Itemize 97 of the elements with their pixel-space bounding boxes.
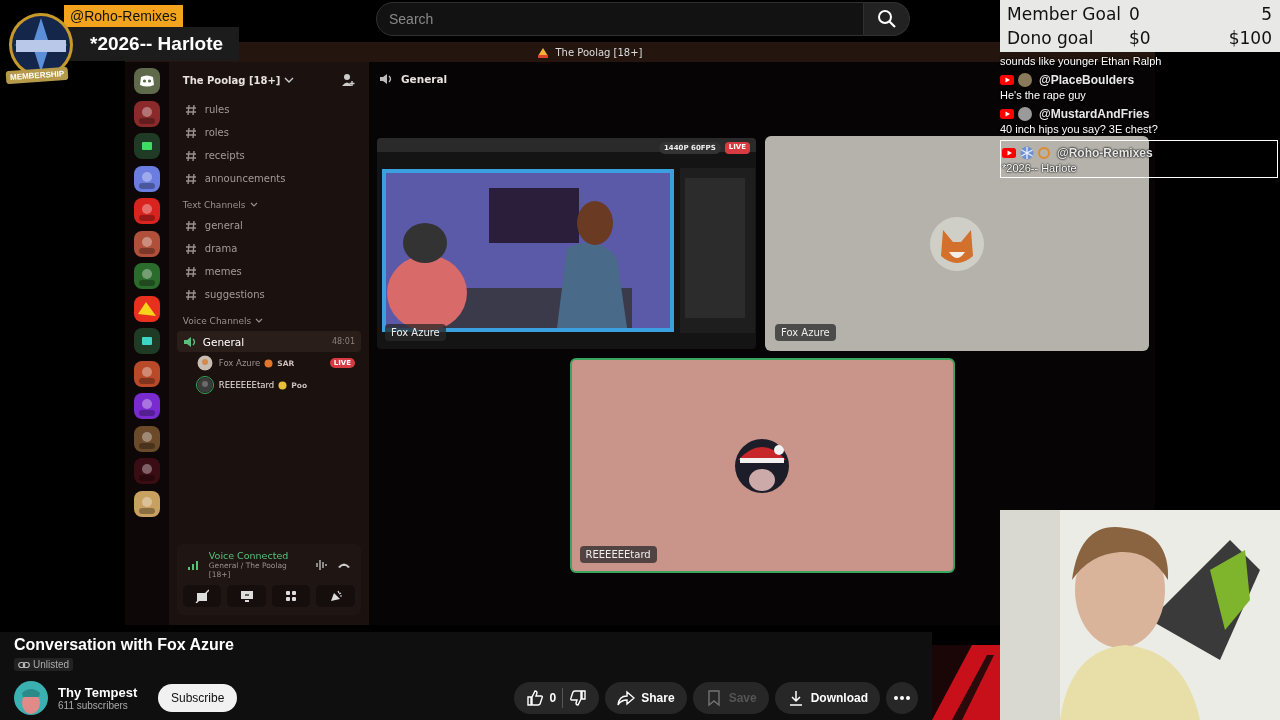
- server-icon[interactable]: [133, 360, 160, 387]
- search-icon: [876, 9, 897, 29]
- channel-item[interactable]: memes: [176, 260, 361, 283]
- voice-channel-item[interactable]: General: [182, 335, 245, 348]
- member-badge-icon: [1038, 146, 1050, 160]
- channel-item[interactable]: suggestions: [176, 283, 361, 306]
- screen-share-icon: [239, 589, 254, 603]
- goal-current: $0: [1129, 28, 1152, 48]
- chat-message: *2026-- Harlote: [1002, 162, 1078, 174]
- server-icon[interactable]: [133, 393, 160, 419]
- folder-icon[interactable]: [133, 133, 160, 159]
- connection-status: Voice Connected: [208, 550, 290, 561]
- soundboard-icon: [328, 589, 343, 603]
- link-icon: [18, 660, 30, 669]
- window-title: The Poolag [18+]: [555, 46, 643, 58]
- category-header[interactable]: Text Channels: [182, 198, 361, 212]
- goal-current: 0: [1129, 4, 1141, 24]
- camera-off-icon: [195, 589, 210, 603]
- search-button[interactable]: [864, 2, 910, 36]
- server-icon[interactable]: [133, 198, 160, 224]
- channel-name[interactable]: Thy Tempest: [58, 684, 148, 700]
- add-member-icon[interactable]: [341, 73, 355, 87]
- channel-item[interactable]: receipts: [176, 144, 361, 167]
- call-timer: 48:01: [331, 337, 355, 346]
- subscribe-button[interactable]: Subscribe: [158, 683, 238, 712]
- server-icon[interactable]: [133, 230, 160, 257]
- soundboard-button[interactable]: [316, 585, 355, 607]
- chat-message: 40 inch hips you say? 3E chest?: [1000, 123, 1159, 135]
- server-icon[interactable]: [133, 425, 160, 452]
- grid-icon: [284, 589, 299, 603]
- participant-name: Fox Azure: [775, 324, 836, 341]
- youtube-icon: [1000, 75, 1014, 85]
- server-icon[interactable]: [133, 490, 160, 517]
- category-header[interactable]: Voice Channels: [182, 314, 361, 328]
- server-icon[interactable]: [133, 263, 160, 289]
- hash-icon: [184, 149, 197, 162]
- avatar-icon: [929, 215, 985, 272]
- goal-label: Member Goal: [1007, 4, 1123, 24]
- member-name[interactable]: REEEEEEtard: [218, 380, 275, 390]
- screen-share-button[interactable]: [227, 585, 266, 607]
- hash-icon: [184, 219, 197, 232]
- hash-icon: [184, 242, 197, 255]
- video-tile[interactable]: REEEEEEtard: [569, 358, 955, 573]
- member-name[interactable]: Fox Azure: [218, 358, 261, 368]
- avatar-icon: [1018, 107, 1032, 121]
- participant-name: REEEEEEtard: [579, 546, 657, 563]
- grid-button[interactable]: [271, 585, 311, 607]
- avatar-icon: [1018, 73, 1032, 87]
- hash-icon: [184, 172, 197, 185]
- youtube-icon: [1000, 109, 1014, 119]
- app-logo-icon[interactable]: [133, 68, 160, 94]
- server-icon: [537, 46, 550, 58]
- hash-icon: [184, 103, 197, 116]
- chat-author[interactable]: @MustardAndFries: [1039, 107, 1150, 121]
- signal-icon: [186, 558, 201, 571]
- search-field[interactable]: Search: [376, 2, 864, 36]
- subscriber-count: 611 subscribers: [58, 699, 128, 711]
- avatar-icon: [734, 437, 790, 494]
- chat-message: sounds like younger Ethan Ralph: [1000, 55, 1163, 67]
- visibility-badge: Unlisted: [14, 658, 74, 671]
- channel-item[interactable]: rules: [176, 98, 361, 121]
- emoji-icon: [278, 380, 288, 390]
- more-icon: [894, 695, 910, 700]
- snowflake-badge-icon: [1020, 146, 1034, 160]
- participant-name: Fox Azure: [385, 324, 446, 341]
- share-arrow-icon: [617, 688, 636, 707]
- server-icon[interactable]: [133, 165, 160, 192]
- channel-avatar-icon[interactable]: [14, 680, 48, 715]
- download-button[interactable]: Download: [774, 681, 880, 714]
- goal-target: $100: [1228, 28, 1272, 48]
- hash-icon: [184, 126, 197, 139]
- channel-item[interactable]: announcements: [176, 167, 361, 190]
- hash-icon: [184, 288, 197, 301]
- server-name[interactable]: The Poolag [18+]: [182, 74, 295, 86]
- thumbs-up-icon: [525, 688, 544, 707]
- more-button[interactable]: [886, 681, 918, 714]
- chat-author[interactable]: @PlaceBoulders: [1039, 73, 1135, 87]
- thumbs-down-icon: [569, 688, 588, 707]
- soundwave-icon[interactable]: [315, 558, 329, 571]
- goal-label: Dono goal: [1007, 28, 1095, 48]
- hash-icon: [184, 265, 197, 278]
- camera-off-button[interactable]: [182, 585, 222, 607]
- video-title: Conversation with Fox Azure: [14, 636, 235, 654]
- speaker-icon: [182, 335, 197, 348]
- member-handle: @Roho-Remixes: [64, 5, 183, 27]
- chat-message: He's the rape guy: [1000, 89, 1087, 101]
- server-icon[interactable]: [133, 295, 160, 322]
- speaker-icon: [379, 73, 393, 85]
- folder-icon[interactable]: [133, 328, 160, 354]
- goal-target: 5: [1260, 4, 1272, 24]
- emoji-icon: [264, 358, 274, 368]
- channel-title: General: [401, 73, 448, 85]
- channel-item[interactable]: general: [176, 214, 361, 237]
- chevron-down-icon: [284, 76, 295, 84]
- channel-item[interactable]: drama: [176, 237, 361, 260]
- channel-item[interactable]: roles: [176, 121, 361, 144]
- share-button[interactable]: Share: [605, 681, 687, 714]
